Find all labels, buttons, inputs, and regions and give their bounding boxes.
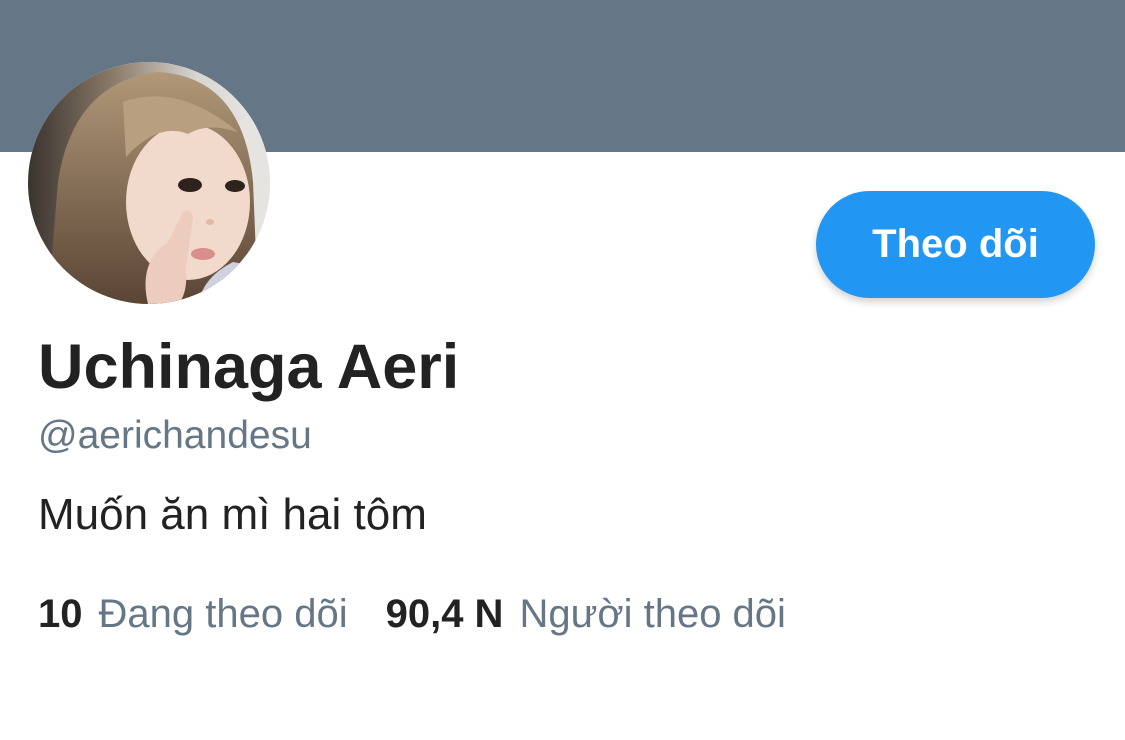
profile-page: Theo dõi Uchinaga Aeri @aerichandesu Muố… — [0, 0, 1125, 740]
followers-count: 90,4 N — [385, 592, 504, 636]
display-name: Uchinaga Aeri — [38, 332, 460, 402]
avatar-photo — [28, 62, 270, 304]
following-stat-link[interactable]: 10 Đang theo dõi — [38, 594, 348, 634]
profile-bio: Muốn ăn mì hai tôm — [38, 490, 427, 539]
profile-stats: 10 Đang theo dõi 90,4 N Người theo dõi — [38, 594, 786, 634]
following-count: 10 — [38, 592, 83, 636]
follow-button[interactable]: Theo dõi — [816, 191, 1095, 298]
avatar[interactable] — [28, 62, 270, 304]
following-label: Đang theo dõi — [98, 592, 348, 636]
followers-label: Người theo dõi — [519, 592, 786, 636]
username-handle: @aerichandesu — [38, 414, 312, 457]
followers-stat-link[interactable]: 90,4 N Người theo dõi — [386, 594, 786, 634]
